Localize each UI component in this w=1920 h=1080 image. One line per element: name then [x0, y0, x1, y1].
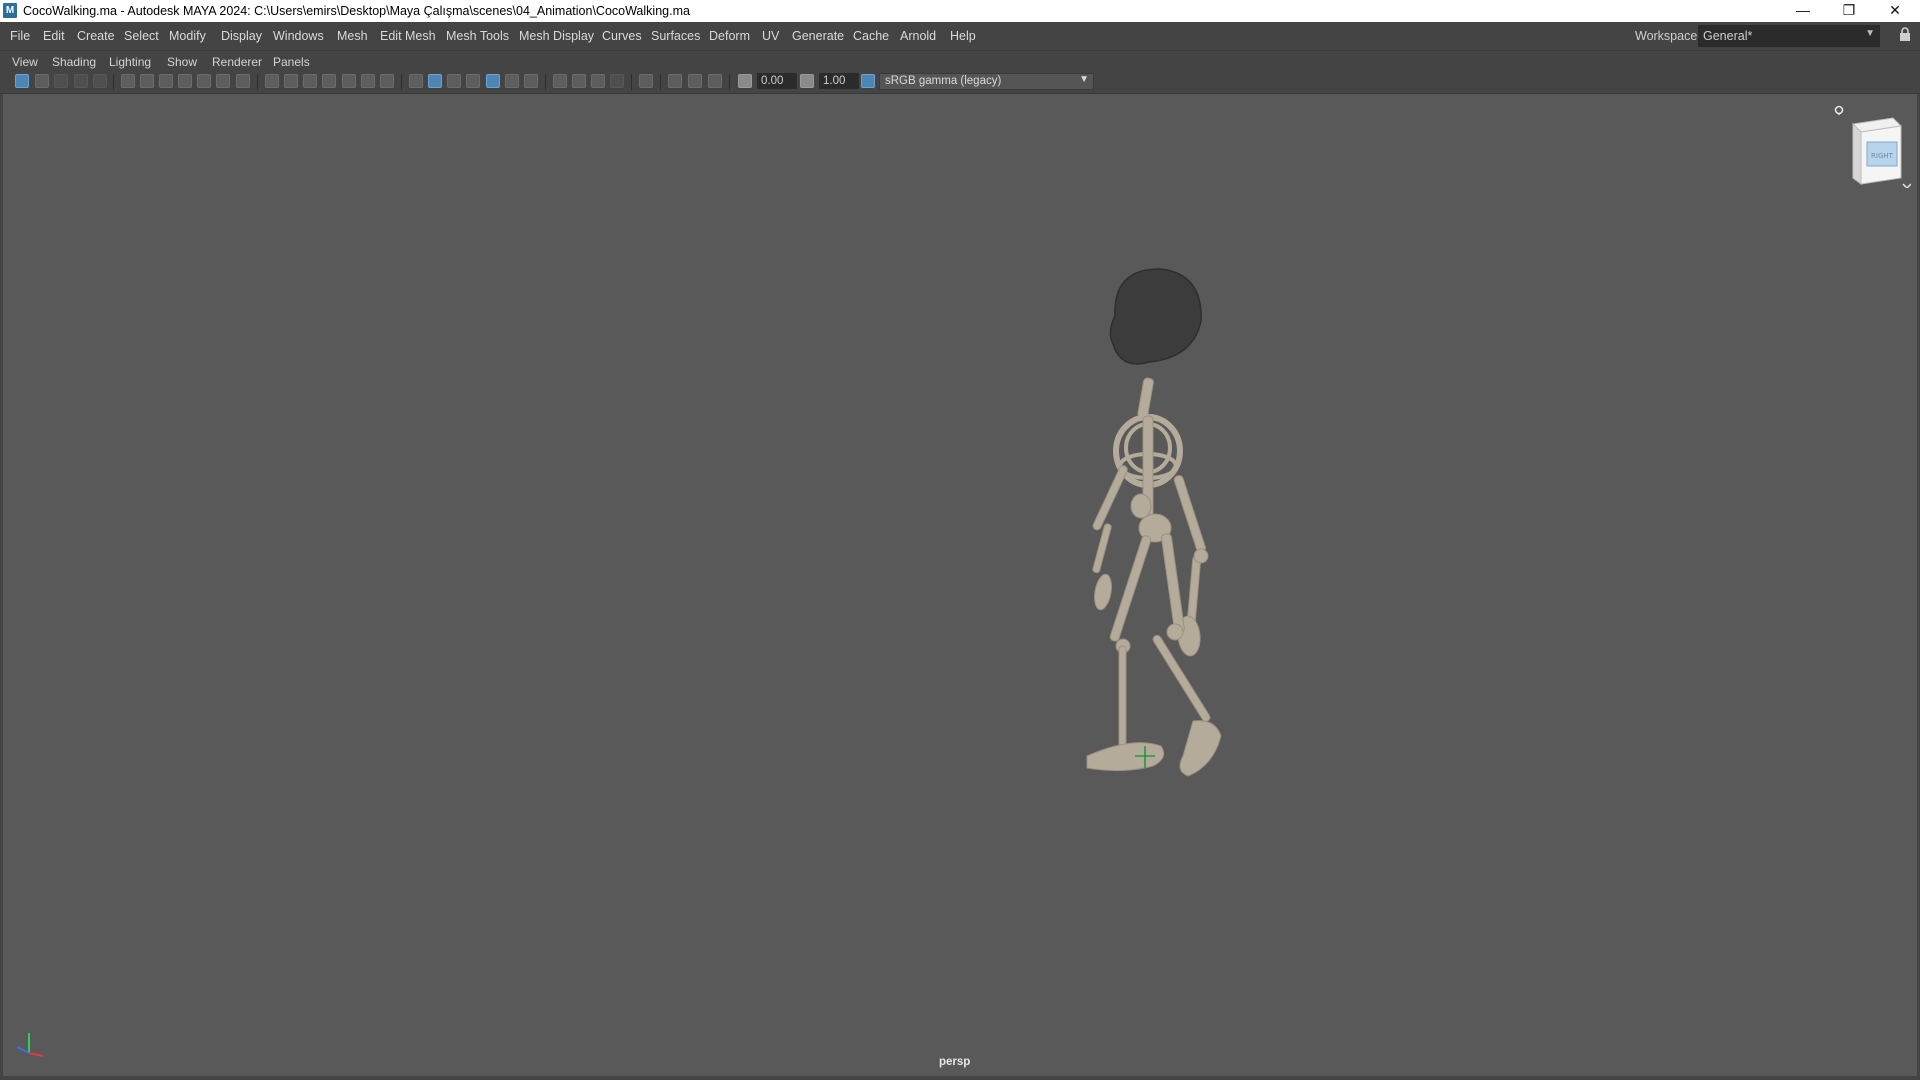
menu-edit-mesh[interactable]: Edit Mesh: [380, 29, 436, 43]
menu-help[interactable]: Help: [950, 29, 976, 43]
main-menu-bar: File Edit Create Select Modify Display W…: [0, 22, 1920, 51]
wireframe-icon[interactable]: [284, 74, 298, 88]
resolution-toggle-icon[interactable]: [688, 74, 702, 88]
gate-mask-icon[interactable]: [197, 74, 211, 88]
flat-shade-icon[interactable]: [447, 74, 461, 88]
isolate-select-icon[interactable]: [639, 74, 653, 88]
menu-generate[interactable]: Generate: [792, 29, 844, 43]
chevron-down-icon: [1902, 183, 1912, 190]
grease-pencil-icon[interactable]: [121, 74, 135, 88]
workspace-label: Workspace:: [1635, 29, 1701, 43]
wireframe-shaded-icon[interactable]: [409, 74, 423, 88]
skeleton-character[interactable]: [1043, 266, 1223, 851]
multisample-aa-icon[interactable]: [591, 74, 605, 88]
use-all-lights-icon[interactable]: [361, 74, 375, 88]
shadows-icon[interactable]: [380, 74, 394, 88]
2d-pan-zoom-icon[interactable]: [93, 74, 107, 88]
panel-menu-show[interactable]: Show: [167, 55, 197, 69]
close-icon[interactable]: ✕: [1872, 0, 1918, 22]
safe-action-icon[interactable]: [236, 74, 250, 88]
panel-menu-panels[interactable]: Panels: [273, 55, 310, 69]
menu-create[interactable]: Create: [77, 29, 115, 43]
lock-icon[interactable]: [1899, 27, 1913, 43]
film-gate-icon[interactable]: [159, 74, 173, 88]
menu-file[interactable]: File: [10, 29, 30, 43]
textured-icon[interactable]: [342, 74, 356, 88]
menu-arnold[interactable]: Arnold: [900, 29, 936, 43]
menu-surfaces[interactable]: Surfaces: [651, 29, 700, 43]
xray-active-icon[interactable]: [524, 74, 538, 88]
default-material-icon[interactable]: [322, 74, 336, 88]
chevron-down-icon: ▼: [1865, 28, 1875, 39]
menu-display[interactable]: Display: [221, 29, 262, 43]
grid-icon[interactable]: [265, 74, 279, 88]
panel-menu-renderer[interactable]: Renderer: [212, 55, 262, 69]
bounding-box-icon[interactable]: [466, 74, 480, 88]
select-camera-icon[interactable]: [15, 74, 29, 88]
smooth-shade-icon[interactable]: [303, 74, 317, 88]
color-space-value: sRGB gamma (legacy): [885, 75, 1002, 87]
field-chart-icon[interactable]: [216, 74, 230, 88]
menu-cache[interactable]: Cache: [853, 29, 889, 43]
gamma-field[interactable]: 1.00: [819, 73, 859, 89]
camera-lock-icon[interactable]: [140, 74, 154, 88]
bookmarks-icon[interactable]: [54, 74, 68, 88]
color-space-dropdown[interactable]: sRGB gamma (legacy) ▼: [879, 73, 1094, 90]
viewcube[interactable]: RIGHT: [1831, 98, 1912, 193]
title-bar: M CocoWalking.ma - Autodesk MAYA 2024: C…: [0, 0, 1920, 22]
menu-deform[interactable]: Deform: [709, 29, 750, 43]
home-icon: [1834, 105, 1844, 115]
chevron-down-icon: ▼: [1079, 74, 1089, 85]
maya-app-icon: M: [3, 3, 17, 18]
panel-menu-view[interactable]: View: [12, 55, 38, 69]
resolution-gate-icon[interactable]: [178, 74, 192, 88]
restore-icon[interactable]: ❐: [1826, 0, 1872, 22]
camera-attributes-icon[interactable]: [35, 74, 49, 88]
panel-menu-shading[interactable]: Shading: [52, 55, 96, 69]
panel-menu-lighting[interactable]: Lighting: [109, 55, 151, 69]
menu-uv[interactable]: UV: [762, 29, 779, 43]
view-transform-icon[interactable]: [861, 74, 875, 88]
menu-mesh-display[interactable]: Mesh Display: [519, 29, 594, 43]
menu-curves[interactable]: Curves: [602, 29, 642, 43]
motion-blur-icon[interactable]: [572, 74, 586, 88]
screen-space-ao-icon[interactable]: [553, 74, 567, 88]
camera-label: persp: [939, 1056, 971, 1068]
workspace-value: General*: [1703, 29, 1753, 43]
menu-windows[interactable]: Windows: [273, 29, 324, 43]
minimize-icon[interactable]: —: [1780, 0, 1826, 22]
menu-mesh-tools[interactable]: Mesh Tools: [446, 29, 509, 43]
workspace-dropdown[interactable]: General* ▼: [1698, 25, 1880, 47]
film-gate-toggle-icon[interactable]: [668, 74, 682, 88]
menu-edit[interactable]: Edit: [43, 29, 65, 43]
viewcube-face-label: RIGHT: [1871, 152, 1894, 160]
window-title: CocoWalking.ma - Autodesk MAYA 2024: C:\…: [23, 4, 690, 18]
depth-of-field-icon[interactable]: [610, 74, 624, 88]
menu-mesh[interactable]: Mesh: [337, 29, 368, 43]
exposure-field[interactable]: 0.00: [757, 73, 797, 89]
image-plane-icon[interactable]: [74, 74, 88, 88]
smooth-shade-all-icon[interactable]: [428, 74, 442, 88]
xray-joints-icon[interactable]: [505, 74, 519, 88]
gamma-icon[interactable]: [800, 74, 814, 88]
panel-menu-bar: View Shading Lighting Show Renderer Pane…: [0, 51, 1920, 71]
panel-toolbar: 0.00 1.00 sRGB gamma (legacy) ▼: [0, 71, 1920, 94]
menu-modify[interactable]: Modify: [169, 29, 206, 43]
overscan-icon[interactable]: [708, 74, 722, 88]
exposure-icon[interactable]: [738, 74, 752, 88]
viewport-persp[interactable]: RIGHT persp: [3, 94, 1917, 1076]
menu-select[interactable]: Select: [124, 29, 159, 43]
axis-gizmo: [9, 1027, 49, 1068]
xray-icon[interactable]: [486, 74, 500, 88]
